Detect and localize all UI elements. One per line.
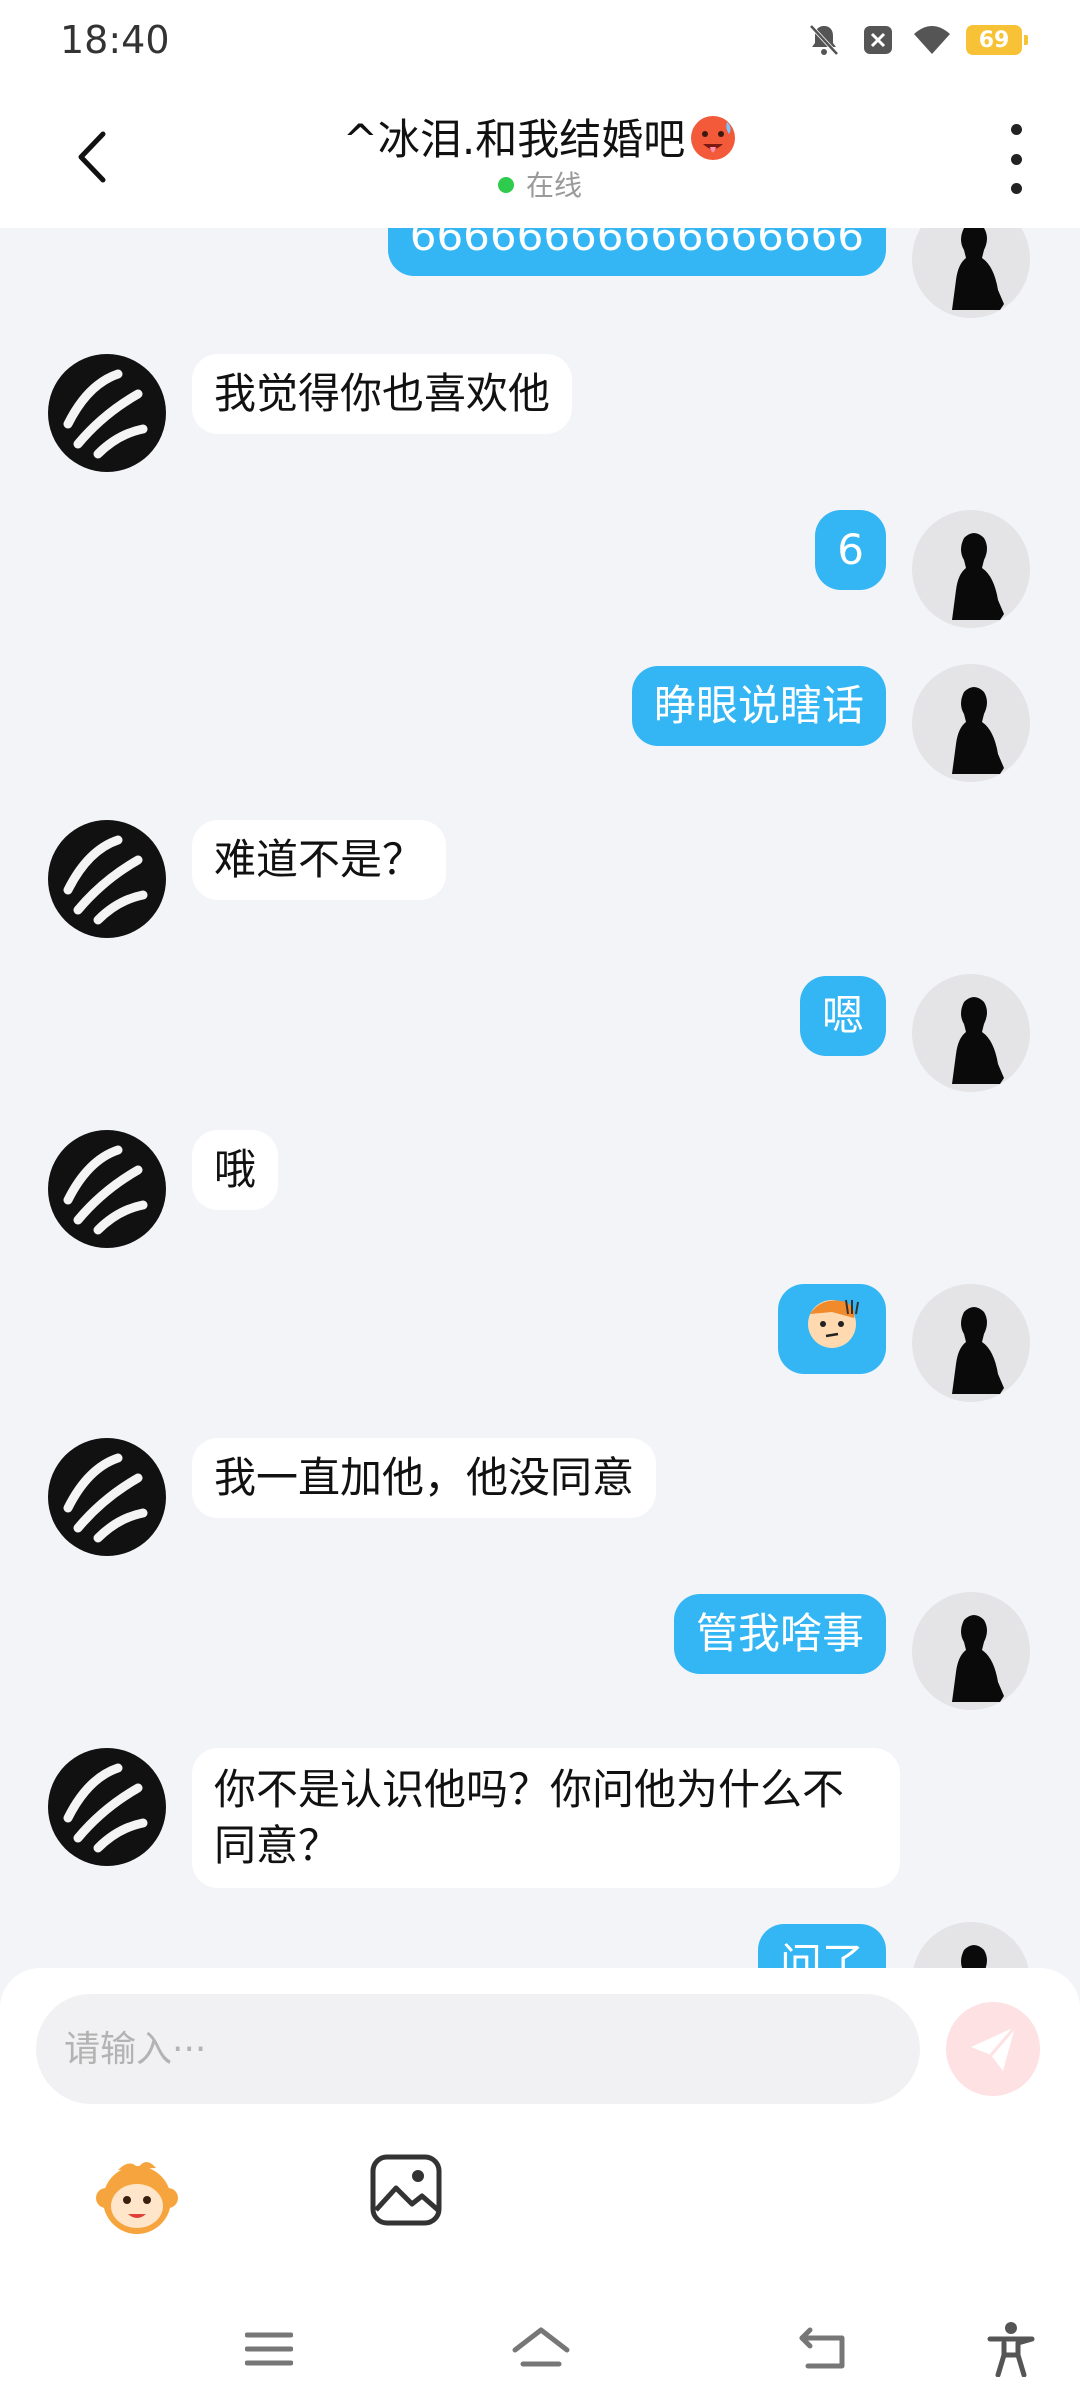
- message-input-container[interactable]: [36, 1994, 920, 2104]
- brush-art-avatar-icon: [63, 1763, 148, 1853]
- message-bubble-outgoing[interactable]: 66666666666666666: [387, 228, 886, 276]
- my-avatar[interactable]: [912, 1592, 1030, 1710]
- chat-header: ^冰泪.和我结婚吧 在线: [0, 84, 1080, 228]
- brush-art-avatar-icon: [63, 369, 148, 459]
- brush-art-avatar-icon: [63, 1145, 148, 1235]
- message-bubble-outgoing[interactable]: 问了: [757, 1924, 886, 1968]
- home-icon: [512, 2327, 570, 2367]
- message-list[interactable]: 66666666666666666 我觉得你也喜欢他 6 睁眼说瞎话 难道不是？…: [0, 228, 1080, 1968]
- silhouette-avatar-icon: [952, 228, 1004, 310]
- accessibility-button[interactable]: [978, 2316, 1044, 2382]
- contact-avatar[interactable]: [48, 354, 166, 472]
- message-bubble-outgoing[interactable]: 嗯: [799, 976, 886, 1056]
- emoji-button[interactable]: [90, 2148, 184, 2242]
- my-avatar[interactable]: [912, 974, 1030, 1092]
- silhouette-avatar-icon: [952, 997, 1004, 1084]
- nav-menu-button[interactable]: [236, 2316, 302, 2382]
- send-button[interactable]: [946, 2002, 1040, 2096]
- more-options-button[interactable]: [996, 124, 1036, 194]
- online-dot-icon: [497, 177, 514, 193]
- silhouette-avatar-icon: [952, 533, 1004, 620]
- hot-face-emoji-icon: [689, 114, 737, 162]
- my-avatar[interactable]: [912, 510, 1030, 628]
- contact-avatar[interactable]: [48, 820, 166, 938]
- message-bubble-incoming[interactable]: 难道不是？: [192, 820, 447, 900]
- system-navigation-bar: [0, 2290, 1080, 2408]
- brush-art-avatar-icon: [63, 1453, 148, 1543]
- my-avatar[interactable]: [912, 228, 1030, 318]
- composer-panel: [0, 1968, 1080, 2408]
- back-icon: [799, 2327, 845, 2369]
- silhouette-avatar-icon: [952, 1615, 1004, 1702]
- message-bubble-incoming[interactable]: 哦: [192, 1130, 279, 1210]
- contact-avatar[interactable]: [48, 1130, 166, 1248]
- more-dot: [1010, 153, 1022, 165]
- message-bubble-incoming[interactable]: 我一直加他，他没同意: [192, 1438, 657, 1518]
- monkey-face-emoji: [808, 1299, 859, 1348]
- my-avatar[interactable]: [912, 1922, 1030, 1968]
- monkey-emoji-icon: [96, 2162, 178, 2234]
- message-bubble-sticker[interactable]: [778, 1284, 886, 1374]
- my-avatar[interactable]: [912, 1284, 1030, 1402]
- image-icon: [370, 2154, 442, 2226]
- paper-plane-icon: [971, 2026, 1017, 2071]
- online-status: 在线: [0, 164, 1080, 204]
- notification-x-icon: [858, 20, 898, 60]
- more-dot: [1010, 124, 1022, 135]
- chat-title: ^冰泪.和我结婚吧: [0, 106, 1080, 167]
- chat-title-text: ^冰泪.和我结婚吧: [342, 115, 686, 164]
- silhouette-avatar-icon: [952, 1307, 1004, 1394]
- bell-muted-icon: [804, 20, 844, 60]
- silhouette-avatar-icon: [961, 1945, 987, 1968]
- message-input[interactable]: [36, 1994, 892, 2104]
- status-bar: 18:40 69: [0, 0, 1080, 84]
- nav-home-button[interactable]: [508, 2316, 574, 2382]
- message-bubble-outgoing[interactable]: 睁眼说瞎话: [631, 666, 886, 746]
- message-bubble-incoming[interactable]: 我觉得你也喜欢他: [192, 354, 573, 434]
- image-button[interactable]: [368, 2152, 444, 2228]
- accessibility-icon: [987, 2322, 1035, 2377]
- status-time: 18:40: [60, 18, 170, 62]
- battery-indicator: 69: [966, 25, 1028, 55]
- message-bubble-outgoing[interactable]: 6: [815, 510, 886, 590]
- silhouette-avatar-icon: [952, 687, 1004, 774]
- status-icons: 69: [804, 20, 1028, 60]
- brush-art-avatar-icon: [63, 835, 148, 925]
- message-bubble-outgoing[interactable]: 管我啥事: [673, 1594, 886, 1674]
- contact-avatar[interactable]: [48, 1438, 166, 1556]
- menu-icon: [245, 2332, 293, 2366]
- my-avatar[interactable]: [912, 664, 1030, 782]
- contact-avatar[interactable]: [48, 1748, 166, 1866]
- wifi-icon: [912, 20, 952, 60]
- more-dot: [1010, 183, 1022, 194]
- nav-back-button[interactable]: [790, 2316, 856, 2382]
- message-bubble-incoming[interactable]: 你不是认识他吗？你问他为什么不同意？: [192, 1748, 900, 1888]
- online-status-text: 在线: [525, 169, 582, 202]
